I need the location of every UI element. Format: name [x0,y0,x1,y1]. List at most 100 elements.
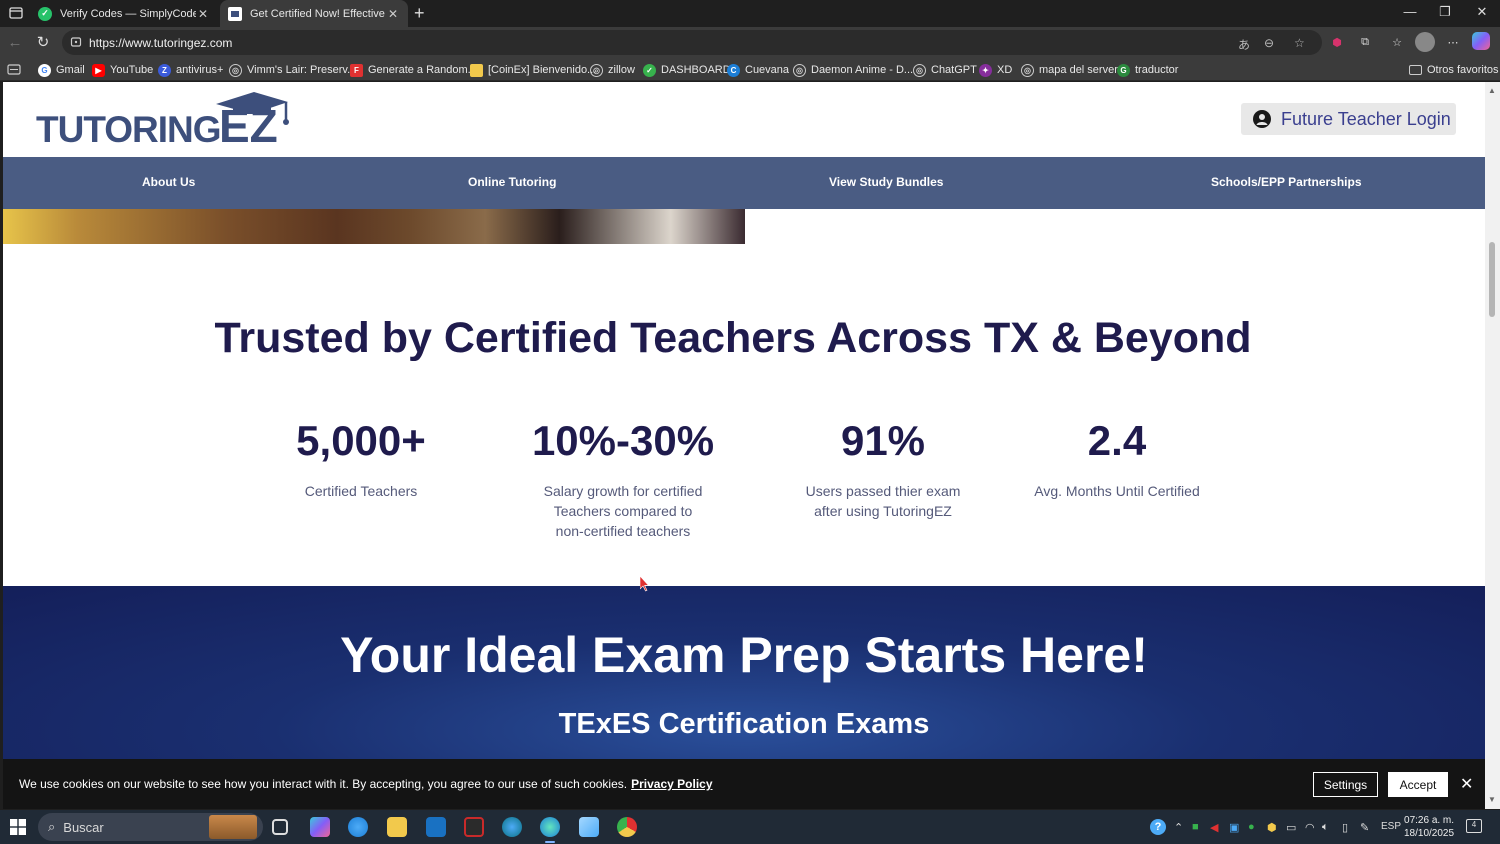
privacy-policy-link[interactable]: Privacy Policy [631,777,712,791]
nav-view-study-bundles[interactable]: View Study Bundles [829,175,943,189]
bookmark-cuevana[interactable]: C Cuevana [727,62,789,78]
tray-monitor-icon[interactable]: ▭ [1286,821,1296,834]
extensions-icon[interactable]: ⧉ [1355,32,1375,52]
language-indicator[interactable]: ESP [1381,821,1401,832]
bookmark-label: zillow [608,64,635,76]
bookmark-xd[interactable]: ✦ XD [979,62,1012,78]
scroll-up-icon[interactable]: ▲ [1488,86,1496,95]
translate-icon: G [1117,63,1130,77]
more-menu-icon[interactable]: ⋯ [1443,32,1463,52]
future-teacher-login-button[interactable]: Future Teacher Login [1241,103,1456,135]
bookmark-antivirus[interactable]: Zantivirus+ [158,62,223,78]
close-tab-icon[interactable]: ✕ [196,7,210,21]
tutoringez-favicon-icon [228,6,242,21]
antivirus-icon: Z [158,63,171,77]
minimize-icon[interactable]: — [1395,4,1425,19]
back-icon[interactable]: ← [5,33,25,53]
volume-icon[interactable]: 🔈︎ [1322,821,1329,834]
system-clock[interactable]: 07:26 a. m. 18/10/2025 [1404,814,1454,840]
user-icon [1253,110,1271,128]
help-icon[interactable]: ? [1150,819,1166,835]
scroll-down-icon[interactable]: ▼ [1488,795,1496,804]
generator-icon: F [350,63,363,77]
media-app-icon[interactable] [464,817,484,837]
bookmark-gmail[interactable]: G Gmail [38,62,85,78]
taskbar-search-box[interactable]: ⌕ Buscar [38,813,263,841]
close-tab-icon[interactable]: ✕ [386,7,400,21]
nav-about-us[interactable]: About Us [142,175,195,189]
reading-mode-icon[interactable]: ⊖ [1264,36,1274,50]
battery-icon[interactable]: ▯ [1342,821,1348,834]
browser-tab-simplycodes[interactable]: ✓ Verify Codes — SimplyCodes ✕ [30,0,218,27]
tray-app-icon[interactable]: ■ [1192,821,1199,833]
edge-taskbar-icon[interactable] [348,817,368,837]
favorites-icon[interactable]: ☆ [1387,32,1407,52]
cookie-settings-button[interactable]: Settings [1313,772,1378,797]
tray-media-icon[interactable]: ◀ [1210,821,1218,834]
translate-icon[interactable]: あ [1238,36,1250,53]
sidebar-toggle-icon[interactable] [7,64,21,75]
site-header: TUTORING EZ Future Teacher Login [3,82,1485,157]
bookmark-vimms-lair[interactable]: ◎ Vimm's Lair: Preserv... [229,62,356,78]
clock-date: 18/10/2025 [1404,828,1455,839]
tray-sync-icon[interactable]: ● [1248,821,1255,833]
stat-value: 91% [840,417,926,464]
windows-start-icon[interactable] [10,819,26,835]
outlook-icon[interactable] [426,817,446,837]
file-explorer-icon[interactable] [387,817,407,837]
restore-icon[interactable]: ❐ [1430,4,1460,20]
cookie-accept-button[interactable]: Accept [1388,772,1448,797]
edge-profile-icon[interactable] [502,817,522,837]
notification-count: 4 [1471,820,1477,829]
bookmark-daemon-anime[interactable]: ◎ Daemon Anime - D... [793,62,913,78]
tray-security-icon[interactable]: ⬢ [1267,821,1277,834]
globe-icon: ◎ [1021,63,1034,77]
wifi-icon[interactable]: ◠ [1305,821,1315,834]
reload-icon[interactable]: ↻ [33,33,53,53]
bookmark-label: YouTube [110,64,154,76]
stat-value: 2.4 [1087,417,1147,464]
bookmark-traductor[interactable]: Gtraductor [1117,62,1178,78]
copilot-icon[interactable] [1472,32,1490,50]
bookmark-label: Otros favoritos [1427,64,1499,76]
bookmark-coinex[interactable]: [CoinEx] Bienvenido... [470,62,596,78]
scrollbar-thumb[interactable] [1489,242,1495,317]
browser-tab-tutoringez[interactable]: Get Certified Now! Effective Teach ✕ [220,0,408,27]
profile-avatar[interactable] [1415,32,1435,52]
close-cookie-banner-icon[interactable]: ✕ [1460,774,1473,794]
address-bar[interactable]: https://www.tutoringez.com あ ⊖ ☆ [62,30,1322,55]
bookmark-generate-random[interactable]: F Generate a Random... [350,62,477,78]
show-hidden-icons-icon[interactable]: ⌃ [1174,821,1183,834]
nav-schools-epp-partnerships[interactable]: Schools/EPP Partnerships [1211,175,1362,189]
notes-app-icon[interactable] [579,817,599,837]
bookmark-zillow[interactable]: ◎ zillow [590,62,635,78]
tutoringez-logo[interactable]: TUTORING EZ [36,90,296,150]
bookmark-mapa-del-server[interactable]: ◎ mapa del server [1021,62,1118,78]
notification-center-icon[interactable]: 4 [1466,819,1482,833]
bookmark-dashboard[interactable]: ✓ DASHBOARD [643,62,731,78]
extension-shield-icon[interactable]: ⬢ [1327,32,1347,52]
active-app-indicator [545,841,555,843]
other-bookmarks-folder[interactable]: Otros favoritos [1409,62,1499,78]
favorite-star-icon[interactable]: ☆ [1294,36,1305,50]
task-view-icon[interactable] [272,819,288,835]
hero-image [3,209,745,244]
chrome-icon[interactable] [617,817,637,837]
exam-prep-subtitle: TExES Certification Exams [558,708,930,740]
login-label: Future Teacher Login [1281,108,1451,129]
edge-active-icon[interactable] [540,817,560,837]
bookmark-youtube[interactable]: ▶ YouTube [92,62,153,78]
tab-actions-icon[interactable] [8,5,24,21]
copilot-taskbar-icon[interactable] [310,817,330,837]
bookmark-label: mapa del server [1039,64,1118,76]
trust-section-title: Trusted by Certified Teachers Across TX … [214,314,1252,362]
pen-icon[interactable]: ✎ [1360,821,1369,834]
tray-display-icon[interactable]: ▣ [1229,821,1239,834]
bookmark-chatgpt[interactable]: ◎ ChatGPT [913,62,977,78]
page-scrollbar[interactable]: ▲ ▼ [1485,82,1500,809]
new-tab-icon[interactable]: + [414,3,425,24]
page-viewport: TUTORING EZ Future Teacher Login About U… [3,82,1485,809]
close-window-icon[interactable]: ✕ [1467,4,1497,20]
nav-online-tutoring[interactable]: Online Tutoring [468,175,556,189]
site-info-icon[interactable] [70,36,82,48]
